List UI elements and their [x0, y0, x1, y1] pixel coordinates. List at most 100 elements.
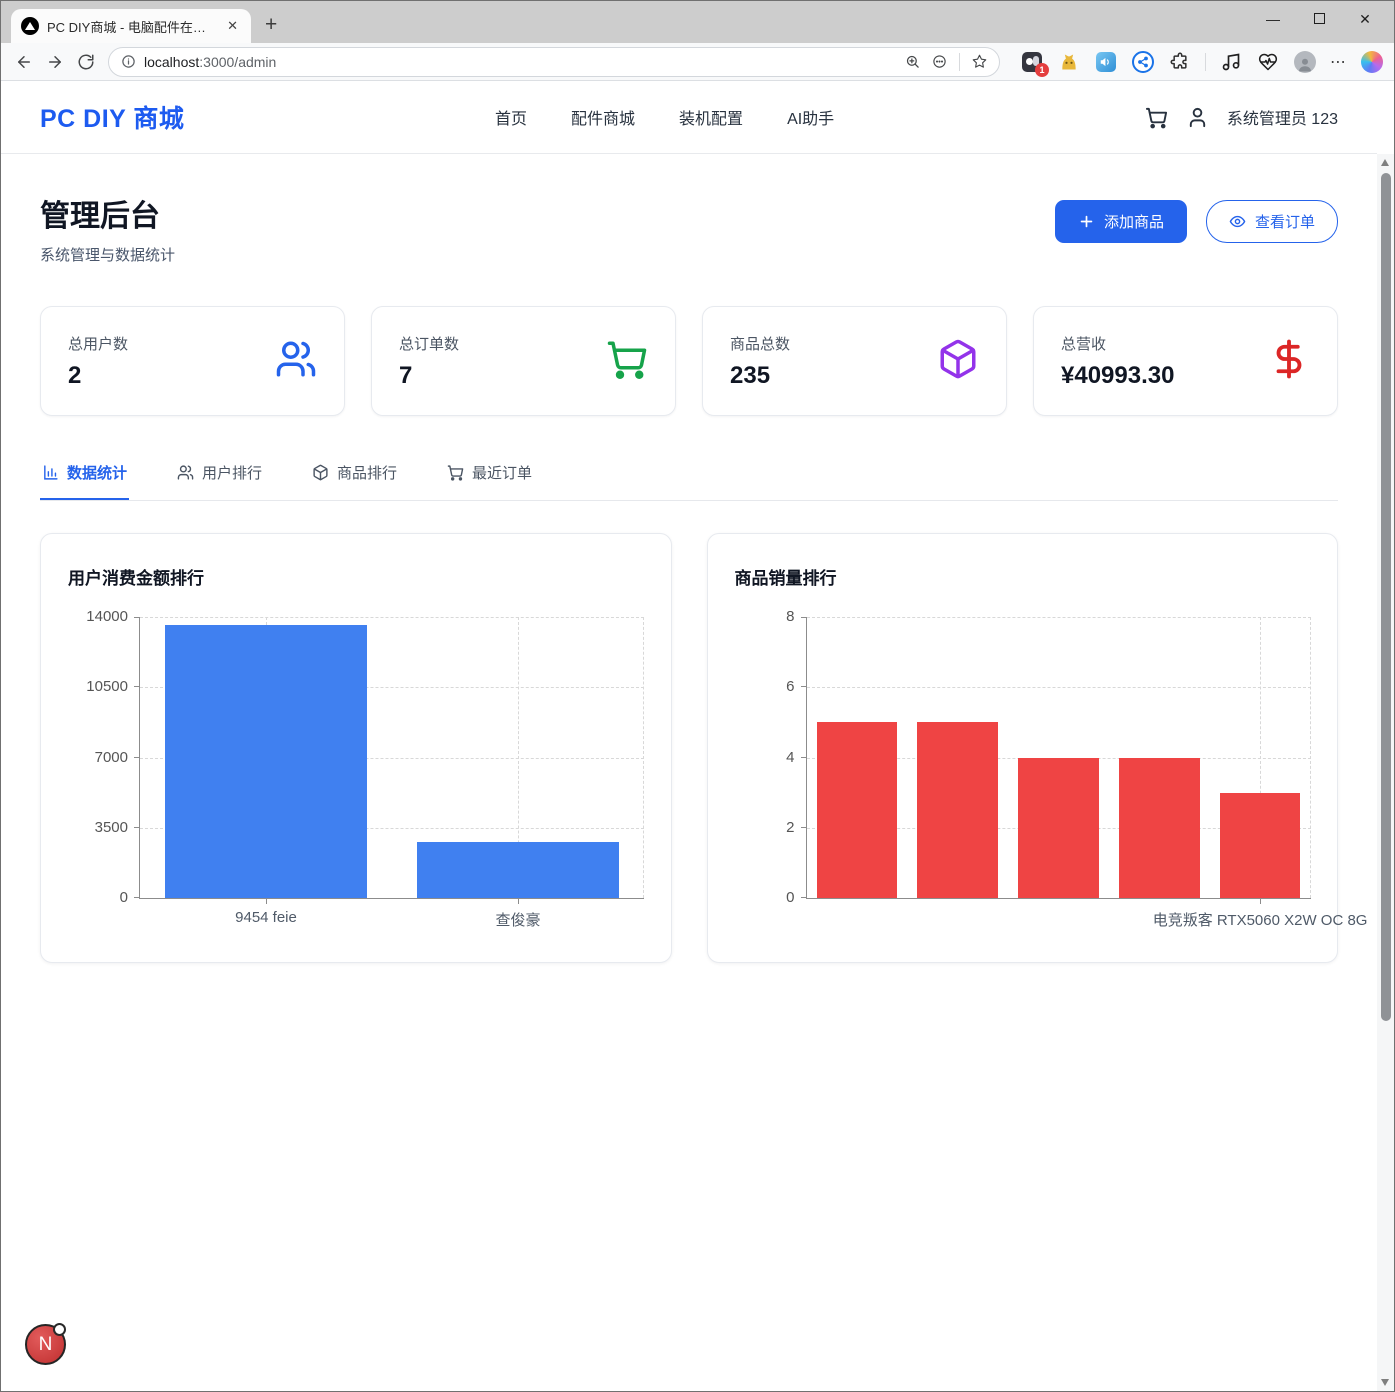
- chart-bar: [817, 722, 898, 898]
- stat-label: 总营收: [1061, 333, 1174, 354]
- stat-label: 总订单数: [399, 333, 459, 354]
- y-axis-tick: [134, 757, 140, 758]
- extension-music-icon[interactable]: [1219, 50, 1243, 74]
- url-text[interactable]: localhost:3000/admin: [144, 54, 897, 70]
- back-button[interactable]: [11, 48, 36, 76]
- x-axis-tick-label: 电竞叛客 RTX5060 X2W OC 8G: [1153, 909, 1368, 930]
- nav-item-ai-assistant[interactable]: AI助手: [787, 105, 834, 129]
- browser-menu-icon[interactable]: ⋯: [1330, 52, 1347, 72]
- cart-icon[interactable]: [1145, 106, 1168, 129]
- refresh-button[interactable]: [73, 48, 98, 76]
- y-axis-tick-label: 2: [786, 820, 794, 836]
- x-axis-tick: [518, 898, 519, 904]
- y-axis-tick: [134, 617, 140, 618]
- cart-icon: [447, 464, 464, 481]
- y-axis-tick: [801, 686, 807, 687]
- x-axis-tick-label: 查俊豪: [495, 909, 540, 930]
- gridline: [807, 687, 1311, 688]
- divider: [1205, 53, 1206, 71]
- cart-icon: [606, 338, 648, 385]
- add-product-button[interactable]: 添加商品: [1055, 200, 1187, 243]
- y-axis-tick: [801, 617, 807, 618]
- browser-window: PC DIY商城 - 电脑配件在线选购 ✕ + — ✕ localhost:30…: [0, 0, 1395, 1392]
- y-axis-tick-label: 0: [120, 890, 128, 906]
- extension-badge: 1: [1035, 63, 1049, 77]
- forward-button[interactable]: [42, 48, 67, 76]
- browser-toolbar: localhost:3000/admin 1: [1, 43, 1394, 81]
- y-axis-tick-label: 4: [786, 750, 794, 766]
- reader-ellipsis-icon[interactable]: [932, 54, 947, 69]
- minimize-button[interactable]: —: [1250, 11, 1296, 27]
- users-icon: [275, 338, 317, 385]
- extension-volume-icon[interactable]: [1094, 50, 1118, 74]
- package-icon: [312, 464, 329, 481]
- stat-value: 235: [730, 362, 790, 390]
- tab-title: PC DIY商城 - 电脑配件在线选购: [47, 17, 216, 36]
- tab-user-ranking[interactable]: 用户排行: [175, 460, 264, 500]
- extension-share-icon[interactable]: [1131, 50, 1155, 74]
- url-bar[interactable]: localhost:3000/admin: [108, 47, 1000, 77]
- new-tab-button[interactable]: +: [265, 11, 277, 39]
- extension-tampermonkey-icon[interactable]: [1057, 50, 1081, 74]
- page-title: 管理后台: [40, 191, 175, 235]
- page: PC DIY 商城 首页 配件商城 装机配置 AI助手 系统管理员 123 管理…: [1, 81, 1394, 1391]
- users-icon: [177, 464, 194, 481]
- user-icon[interactable]: [1186, 106, 1209, 129]
- copilot-icon[interactable]: [1360, 50, 1384, 74]
- chart-title: 用户消费金额排行: [68, 564, 204, 589]
- site-header: PC DIY 商城 首页 配件商城 装机配置 AI助手 系统管理员 123: [1, 81, 1377, 154]
- scroll-thumb[interactable]: [1381, 173, 1391, 1021]
- nav-item-parts-shop[interactable]: 配件商城: [571, 105, 635, 129]
- y-axis-tick: [801, 897, 807, 898]
- gridline: [1310, 617, 1311, 898]
- extensions-puzzle-icon[interactable]: [1168, 50, 1192, 74]
- y-axis-tick-label: 10500: [86, 679, 128, 695]
- stat-value: ¥40993.30: [1061, 362, 1174, 390]
- user-name[interactable]: 系统管理员 123: [1227, 105, 1338, 129]
- plus-icon: [1078, 213, 1095, 230]
- vertical-scrollbar[interactable]: [1377, 154, 1394, 1391]
- tab-data-statistics[interactable]: 数据统计: [40, 460, 129, 500]
- tab-product-ranking[interactable]: 商品排行: [310, 460, 399, 500]
- main-nav: 首页 配件商城 装机配置 AI助手: [184, 105, 1144, 129]
- y-axis-tick: [134, 827, 140, 828]
- divider: [959, 53, 960, 71]
- zoom-icon[interactable]: [905, 54, 920, 69]
- scroll-down-icon[interactable]: [1381, 1379, 1389, 1386]
- chart-bar: [1220, 793, 1301, 898]
- browser-essentials-icon[interactable]: [1256, 50, 1280, 74]
- gridline: [140, 617, 644, 618]
- view-orders-button[interactable]: 查看订单: [1206, 200, 1338, 243]
- x-axis-tick: [1260, 898, 1261, 904]
- stat-label: 总用户数: [68, 333, 128, 354]
- stat-value: 2: [68, 362, 128, 390]
- y-axis-tick-label: 6: [786, 679, 794, 695]
- page-subtitle: 系统管理与数据统计: [40, 244, 175, 265]
- y-axis-tick-label: 3500: [95, 820, 128, 836]
- x-axis-tick: [266, 898, 267, 904]
- maximize-button[interactable]: [1296, 11, 1342, 27]
- profile-avatar[interactable]: [1293, 50, 1317, 74]
- product-sales-bar-chart: 02468电竞叛客 RTX5060 X2W OC 8G: [806, 617, 1311, 899]
- extension-wallet-icon[interactable]: 1: [1020, 50, 1044, 74]
- site-info-icon[interactable]: [121, 54, 136, 69]
- tab-close-icon[interactable]: ✕: [224, 18, 241, 34]
- browser-tab[interactable]: PC DIY商城 - 电脑配件在线选购 ✕: [11, 9, 251, 43]
- dollar-icon: [1268, 338, 1310, 385]
- scroll-up-icon[interactable]: [1381, 159, 1389, 166]
- chart-bar: [917, 722, 998, 898]
- favorite-star-icon[interactable]: [972, 54, 987, 69]
- nextjs-dev-badge[interactable]: N: [25, 1324, 66, 1365]
- y-axis-tick-label: 0: [786, 890, 794, 906]
- tab-recent-orders[interactable]: 最近订单: [445, 460, 534, 500]
- site-logo[interactable]: PC DIY 商城: [40, 99, 184, 135]
- y-axis-tick-label: 7000: [95, 750, 128, 766]
- window-close-button[interactable]: ✕: [1342, 11, 1388, 28]
- nav-item-home[interactable]: 首页: [495, 105, 527, 129]
- bar-chart-icon: [42, 464, 59, 481]
- stat-value: 7: [399, 362, 459, 390]
- nav-item-build-config[interactable]: 装机配置: [679, 105, 743, 129]
- chart-title: 商品销量排行: [735, 564, 837, 589]
- eye-icon: [1229, 213, 1246, 230]
- chart-bar: [1018, 758, 1099, 899]
